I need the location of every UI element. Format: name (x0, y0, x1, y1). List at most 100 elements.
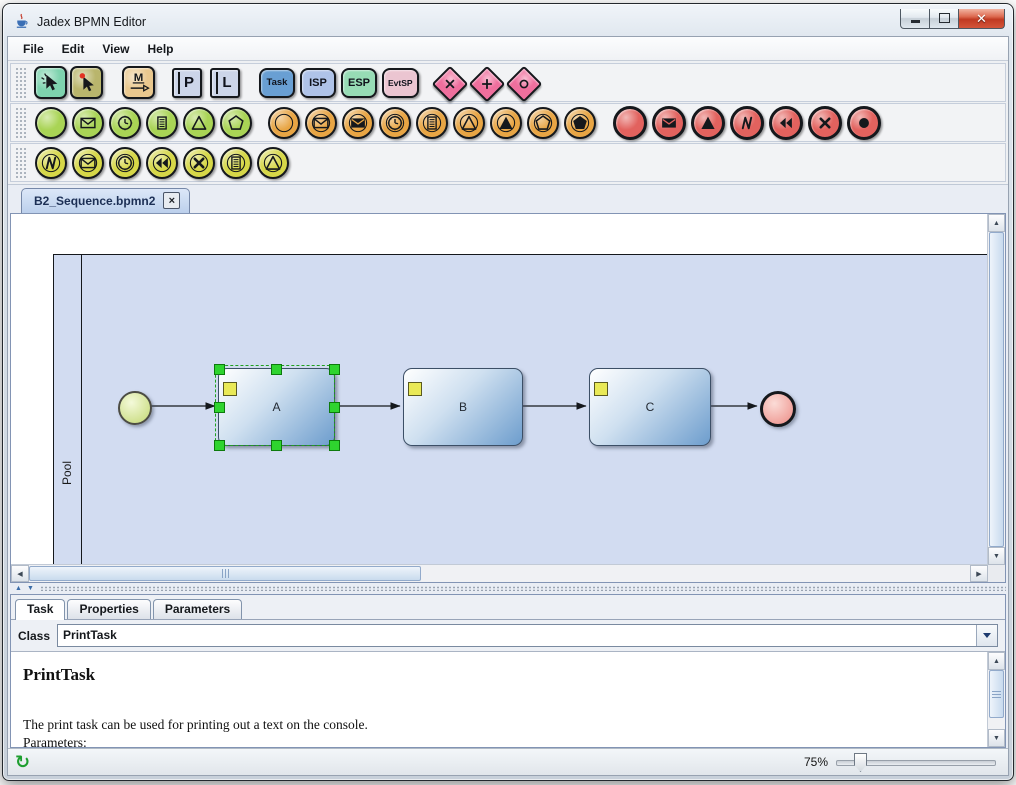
boundary-event-signal-icon[interactable] (257, 147, 289, 179)
toolbar-drag-handle[interactable] (15, 67, 26, 98)
split-collapse-up-icon[interactable]: ▲ (13, 585, 24, 592)
add-external-subprocess-icon[interactable]: ESP (341, 68, 377, 98)
task-doc: PrintTask The print task can be used for… (11, 652, 988, 747)
intermediate-event-message-catch-icon[interactable] (305, 107, 337, 139)
boundary-event-cancel-icon[interactable] (183, 147, 215, 179)
intermediate-event-multiple-throw-icon[interactable] (564, 107, 596, 139)
menu-item-file[interactable]: File (14, 39, 53, 59)
intermediate-event-rule-icon[interactable] (416, 107, 448, 139)
doc-vscroll-thumb[interactable] (989, 670, 1004, 718)
tab-close-icon[interactable]: × (163, 192, 180, 209)
add-lane-icon[interactable]: L (210, 68, 240, 98)
split-collapse-down-icon[interactable]: ▼ (25, 585, 36, 592)
scroll-down-icon[interactable]: ▼ (988, 547, 1005, 565)
restore-button[interactable] (929, 9, 959, 29)
intermediate-event-signal-catch-icon[interactable] (453, 107, 485, 139)
selection-handle[interactable] (329, 440, 340, 451)
boundary-event-timer-icon[interactable] (109, 147, 141, 179)
add-pool-icon[interactable]: P (172, 68, 202, 98)
menu-item-help[interactable]: Help (138, 39, 182, 59)
intermediate-event-timer-icon[interactable] (379, 107, 411, 139)
selection-handle[interactable] (271, 440, 282, 451)
toolbar-tools-items: MPL TaskISPESPEvtSP (32, 66, 544, 99)
intermediate-event-empty-icon[interactable] (268, 107, 300, 139)
boundary-event-message-icon[interactable] (72, 147, 104, 179)
end-event-terminate-icon[interactable] (847, 106, 881, 140)
start-event-multiple-icon[interactable] (220, 107, 252, 139)
add-xor-gateway-icon[interactable] (431, 65, 468, 102)
close-button[interactable]: ✕ (958, 9, 1005, 29)
add-event-subprocess-icon[interactable]: EvtSP (382, 68, 419, 98)
hscroll-track[interactable] (421, 565, 970, 582)
selection-handle[interactable] (329, 364, 340, 375)
scroll-down-icon[interactable]: ▼ (988, 729, 1005, 747)
start-event-signal-icon[interactable] (183, 107, 215, 139)
add-or-gateway-icon[interactable] (505, 65, 542, 102)
toolbar-drag-handle[interactable] (15, 107, 26, 138)
menu-item-edit[interactable]: Edit (53, 39, 94, 59)
task-a-node[interactable]: A (218, 368, 335, 446)
scroll-right-icon[interactable]: ▶ (970, 565, 988, 582)
selection-handle[interactable] (214, 364, 225, 375)
task-marker-icon (408, 382, 422, 396)
scroll-up-icon[interactable]: ▲ (988, 652, 1005, 670)
tab-properties[interactable]: Properties (67, 599, 150, 619)
add-or-gateway-icon-symbol (515, 75, 533, 93)
task-label: B (459, 400, 467, 414)
zoom-slider[interactable] (836, 752, 996, 772)
selection-handle[interactable] (329, 402, 340, 413)
canvas-vscroll-thumb[interactable] (989, 232, 1004, 547)
select-tool-icon[interactable] (34, 66, 67, 99)
vscroll-track[interactable] (988, 718, 1005, 729)
diagram-canvas[interactable]: Pool ABC (11, 214, 988, 565)
editor-tab[interactable]: B2_Sequence.bpmn2 × (21, 188, 190, 213)
end-event-signal-icon[interactable] (691, 106, 725, 140)
tab-task[interactable]: Task (15, 599, 65, 620)
task-b-node[interactable]: B (403, 368, 523, 446)
titlebar[interactable]: Jadex BPMN Editor ✕ (3, 4, 1013, 36)
tab-parameters[interactable]: Parameters (153, 599, 242, 619)
toolbar-drag-handle[interactable] (15, 147, 26, 178)
scroll-up-icon[interactable]: ▲ (988, 214, 1005, 232)
intermediate-event-multiple-catch-icon[interactable] (527, 107, 559, 139)
boundary-event-error-icon[interactable] (35, 147, 67, 179)
end-event-compensation-icon[interactable] (769, 106, 803, 140)
boundary-event-compensation-icon[interactable] (146, 147, 178, 179)
selection-handle[interactable] (271, 364, 282, 375)
start-event-empty-icon[interactable] (35, 107, 67, 139)
selection-handle[interactable] (214, 440, 225, 451)
add-task-icon[interactable]: Task (259, 68, 295, 98)
doc-vertical-scrollbar[interactable]: ▲ ▼ (987, 652, 1005, 747)
add-and-gateway-icon[interactable] (468, 65, 505, 102)
end-event-cancel-icon[interactable] (808, 106, 842, 140)
edge-draw-tool-icon[interactable] (70, 66, 103, 99)
task-c-node[interactable]: C (589, 368, 711, 446)
scroll-left-icon[interactable]: ◀ (11, 565, 29, 582)
intermediate-event-signal-throw-icon[interactable] (490, 107, 522, 139)
intermediate-event-message-throw-icon[interactable] (342, 107, 374, 139)
end-event-empty-icon[interactable] (613, 106, 647, 140)
canvas-horizontal-scrollbar[interactable]: ◀ ▶ (11, 564, 988, 582)
zoom-slider-thumb[interactable] (854, 753, 867, 772)
class-combobox[interactable]: PrintTask (57, 624, 998, 647)
selection-handle[interactable] (214, 402, 225, 413)
splitter-texture[interactable] (40, 586, 1006, 591)
boundary-event-rule-icon[interactable] (220, 147, 252, 179)
end-event-message-icon[interactable] (652, 106, 686, 140)
menu-item-view[interactable]: View (93, 39, 138, 59)
start-event-message-icon[interactable] (72, 107, 104, 139)
canvas-hscroll-thumb[interactable] (29, 566, 421, 581)
message-edge-tool-icon[interactable]: M (122, 66, 155, 99)
add-internal-subprocess-icon[interactable]: ISP (300, 68, 336, 98)
minimize-button[interactable] (900, 9, 930, 29)
refresh-icon[interactable]: ↻ (15, 753, 30, 771)
split-divider[interactable]: ▲ ▼ (10, 584, 1006, 593)
canvas-vertical-scrollbar[interactable]: ▲ ▼ (987, 214, 1005, 565)
start-event-rule-icon[interactable] (146, 107, 178, 139)
end-event-error-icon[interactable] (730, 106, 764, 140)
end-event-node[interactable] (760, 391, 796, 427)
start-event-timer-icon[interactable] (109, 107, 141, 139)
combo-dropdown-button[interactable] (976, 625, 997, 646)
window-title: Jadex BPMN Editor (37, 15, 901, 29)
start-event-node[interactable] (118, 391, 152, 425)
